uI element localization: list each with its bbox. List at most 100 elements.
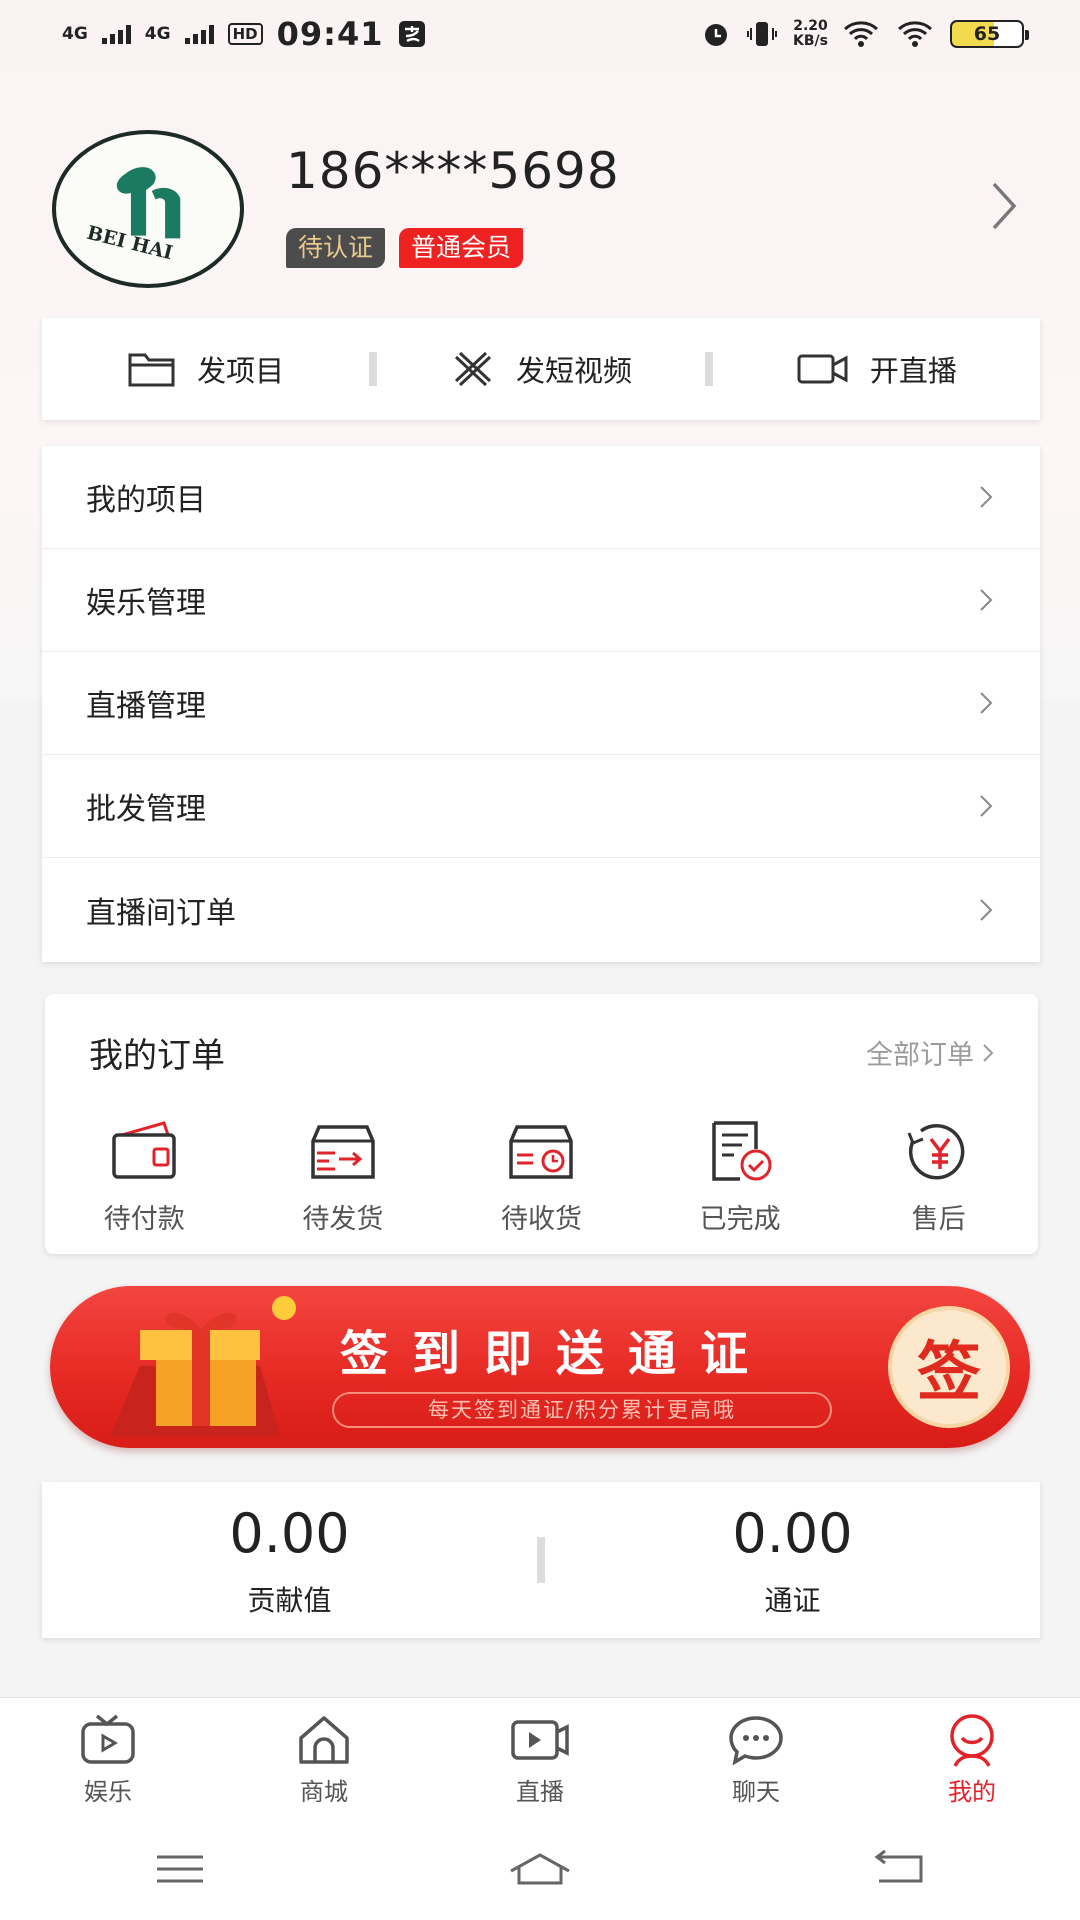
- profile-header[interactable]: BEI HAI 186****5698 待认证 普通会员: [0, 118, 1080, 298]
- signal-icon-2: [184, 24, 214, 44]
- video-edit-icon: [454, 351, 492, 387]
- order-pending-receipt[interactable]: 待收货: [442, 1119, 641, 1236]
- contribution-value: 0.00: [229, 1501, 350, 1565]
- menu-item-label: 我的项目: [86, 483, 206, 518]
- divider: [704, 352, 713, 386]
- camera-icon: [797, 354, 848, 384]
- tab-label: 商城: [300, 1778, 348, 1806]
- all-orders-label: 全部订单: [866, 1040, 974, 1071]
- wifi-icon: [844, 21, 878, 47]
- menu-item-label: 娱乐管理: [86, 586, 206, 621]
- shipping-box-icon: [311, 1125, 375, 1179]
- chevron-right-icon: [980, 692, 993, 714]
- hd-badge: HD: [227, 23, 263, 45]
- chat-icon: [729, 1716, 783, 1766]
- start-live-button[interactable]: 开直播: [713, 348, 1040, 390]
- alarm-icon: [705, 24, 728, 46]
- chevron-right-icon: [980, 898, 993, 921]
- chevron-right-icon: [980, 589, 993, 611]
- order-completed[interactable]: 已完成: [641, 1119, 840, 1236]
- menu-item-live-management[interactable]: 直播管理: [42, 652, 1040, 755]
- management-menu: 我的项目 娱乐管理 直播管理 批发管理 直播间订单: [42, 446, 1040, 962]
- order-label: 已完成: [699, 1204, 781, 1235]
- my-orders-card: 我的订单 全部订单 待付款 待发货 待收货 已完成 售后: [45, 994, 1038, 1254]
- divider: [537, 1537, 545, 1583]
- chevron-right-icon: [980, 795, 993, 817]
- tab-label: 我的: [948, 1778, 996, 1806]
- orders-title: 我的订单: [89, 1036, 225, 1076]
- tab-mall[interactable]: 商城: [216, 1698, 432, 1817]
- tab-label: 直播: [516, 1778, 564, 1806]
- order-label: 待发货: [302, 1204, 384, 1235]
- menu-item-label: 直播间订单: [86, 895, 236, 931]
- avatar[interactable]: BEI HAI: [52, 130, 244, 288]
- battery-icon: 65: [950, 20, 1029, 48]
- system-nav-bar: [0, 1817, 1080, 1920]
- publish-project-label: 发项目: [197, 354, 285, 388]
- publish-short-video-label: 发短视频: [515, 354, 632, 388]
- gift-box-icon: [110, 1296, 296, 1436]
- token-label: 通证: [764, 1583, 821, 1617]
- order-after-sales[interactable]: 售后: [839, 1119, 1038, 1236]
- stats-card: 0.00 贡献值 0.00 通证: [42, 1482, 1040, 1638]
- contribution-label: 贡献值: [247, 1583, 332, 1617]
- order-label: 售后: [911, 1204, 966, 1235]
- token-stat[interactable]: 0.00 通证: [545, 1502, 1040, 1619]
- back-icon[interactable]: [865, 1847, 935, 1891]
- order-pending-shipment[interactable]: 待发货: [244, 1119, 443, 1236]
- status-bar: 4G 4G HD 09:41 2.20 KB/s 65: [0, 0, 1080, 68]
- quick-actions: 发项目 发短视频 开直播: [42, 318, 1040, 420]
- tab-mine[interactable]: 我的: [864, 1698, 1080, 1817]
- user-tags: 待认证 普通会员: [286, 228, 524, 268]
- screen: 4G 4G HD 09:41 2.20 KB/s 65 BEI HAI 186**…: [0, 0, 1080, 1920]
- status-right: 2.20 KB/s 65: [701, 18, 1029, 49]
- publish-project-button[interactable]: 发项目: [42, 348, 369, 390]
- wifi-icon-2: [898, 21, 932, 47]
- payment-app-icon: [399, 21, 426, 47]
- chevron-right-icon: [980, 486, 993, 508]
- home-nav-icon[interactable]: [505, 1847, 575, 1891]
- clock: 09:41: [276, 15, 384, 53]
- chevron-right-icon[interactable]: [984, 176, 1024, 236]
- divider: [369, 352, 378, 386]
- receive-box-icon: [509, 1125, 574, 1179]
- tab-entertainment[interactable]: 娱乐: [0, 1698, 216, 1817]
- user-phone: 186****5698: [286, 142, 620, 200]
- network-type-1: 4G: [62, 23, 88, 44]
- tab-chat[interactable]: 聊天: [648, 1698, 864, 1817]
- menu-item-entertainment-management[interactable]: 娱乐管理: [42, 549, 1040, 652]
- publish-short-video-button[interactable]: 发短视频: [377, 348, 704, 390]
- check-in-banner[interactable]: 签到即送通证 每天签到通证/积分累计更高哦 签: [50, 1286, 1030, 1448]
- banner-subtitle: 每天签到通证/积分累计更高哦: [332, 1392, 832, 1428]
- tab-live[interactable]: 直播: [432, 1698, 648, 1817]
- menu-item-live-room-orders[interactable]: 直播间订单: [42, 858, 1040, 961]
- menu-icon[interactable]: [145, 1847, 215, 1891]
- menu-item-wholesale-management[interactable]: 批发管理: [42, 755, 1040, 858]
- svg-text:BEI HAI: BEI HAI: [85, 222, 175, 265]
- token-value: 0.00: [732, 1501, 853, 1565]
- live-icon: [511, 1720, 569, 1760]
- chevron-right-icon: [983, 1043, 994, 1062]
- start-live-label: 开直播: [869, 354, 957, 388]
- status-left: 4G 4G HD 09:41: [62, 15, 427, 53]
- home-icon: [299, 1716, 349, 1764]
- all-orders-link[interactable]: 全部订单: [866, 1033, 994, 1072]
- member-level-badge: 普通会员: [399, 228, 524, 268]
- check-in-button[interactable]: 签: [888, 1306, 1010, 1428]
- contribution-stat[interactable]: 0.00 贡献值: [42, 1502, 537, 1619]
- network-type-2: 4G: [144, 23, 171, 44]
- verification-status-badge: 待认证: [286, 228, 386, 268]
- speed-value: 2.20: [793, 18, 828, 34]
- order-status-row: 待付款 待发货 待收货 已完成 售后: [45, 1119, 1038, 1236]
- order-pending-payment[interactable]: 待付款: [45, 1119, 244, 1236]
- logo-icon: BEI HAI: [85, 167, 181, 265]
- tab-label: 娱乐: [84, 1778, 132, 1806]
- bottom-tab-bar: 娱乐 商城 直播 聊天 我的: [0, 1697, 1080, 1817]
- menu-item-my-projects[interactable]: 我的项目: [42, 446, 1040, 549]
- menu-item-label: 直播管理: [86, 689, 206, 724]
- order-label: 待付款: [103, 1204, 185, 1235]
- profile-icon: [950, 1714, 994, 1767]
- refund-icon: [907, 1123, 965, 1180]
- completed-doc-icon: [712, 1121, 772, 1181]
- speed-unit: KB/s: [793, 33, 828, 49]
